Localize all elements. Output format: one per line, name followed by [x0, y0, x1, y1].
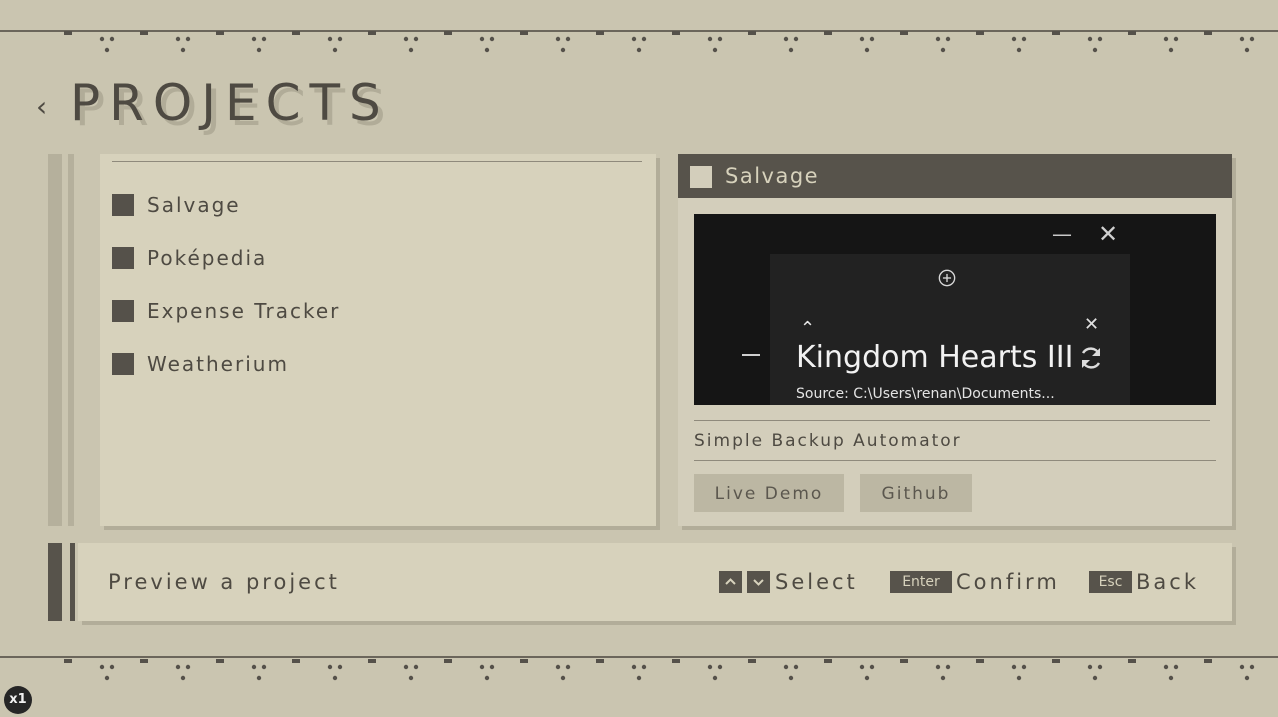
page-title: PROJECTS	[70, 74, 390, 132]
minimize-icon: —	[1052, 222, 1072, 246]
project-item-label: Expense Tracker	[147, 299, 341, 323]
status-hint-text: Preview a project	[108, 570, 340, 594]
minimize-icon	[742, 354, 760, 356]
back-hint[interactable]: Back	[1136, 570, 1199, 594]
detail-header: Salvage	[678, 154, 1232, 198]
bottom-pattern-band	[0, 656, 1278, 686]
detail-divider	[694, 460, 1216, 461]
close-icon: ✕	[1084, 314, 1100, 335]
preview-game-title: Kingdom Hearts III	[796, 340, 1074, 375]
project-preview-image: — ✕ ⌃ ✕ Kingdom Hearts III Source: C:\Us…	[694, 214, 1216, 405]
top-pattern-band	[0, 28, 1278, 58]
chevron-up-icon: ⌃	[800, 318, 816, 339]
project-item-label: Weatherium	[147, 352, 289, 376]
plus-circle-icon	[938, 269, 956, 287]
detail-divider	[694, 420, 1210, 421]
live-demo-button[interactable]: Live Demo	[694, 474, 844, 512]
status-stripe	[48, 543, 62, 621]
square-bullet-icon	[112, 353, 134, 375]
enter-key-icon: Enter	[890, 571, 952, 593]
project-item-label: Salvage	[147, 193, 241, 217]
bottom-band-dots	[64, 659, 1255, 681]
esc-key-icon: Esc	[1089, 571, 1132, 593]
chevron-left-icon[interactable]: ‹	[36, 90, 47, 123]
list-divider	[112, 161, 642, 162]
select-hint[interactable]: Select	[775, 570, 858, 594]
project-detail-panel: Salvage — ✕ ⌃ ✕ Kingdom Hearts III Sourc…	[678, 154, 1232, 526]
close-icon: ✕	[1098, 220, 1119, 248]
project-item-expense-tracker[interactable]: Expense Tracker	[112, 291, 632, 325]
detail-title: Salvage	[725, 164, 820, 188]
arrow-down-key-icon	[747, 571, 770, 593]
left-stripe-thin	[68, 154, 74, 526]
project-item-weatherium[interactable]: Weatherium	[112, 344, 632, 378]
top-band-dots	[64, 31, 1255, 53]
zoom-level-badge: x1	[4, 686, 32, 714]
square-bullet-icon	[690, 166, 712, 188]
left-stripe	[48, 154, 62, 526]
project-item-label: Poképedia	[147, 246, 268, 270]
project-item-pokepedia[interactable]: Poképedia	[112, 238, 632, 272]
preview-source-path: Source: C:\Users\renan\Documents...	[796, 386, 1055, 402]
refresh-icon	[1081, 347, 1101, 369]
github-button[interactable]: Github	[860, 474, 972, 512]
project-list-panel: Salvage Poképedia Expense Tracker Weathe…	[100, 154, 656, 526]
confirm-hint[interactable]: Confirm	[956, 570, 1060, 594]
square-bullet-icon	[112, 194, 134, 216]
status-stripe-thin	[70, 543, 75, 621]
project-description: Simple Backup Automator	[694, 431, 962, 451]
square-bullet-icon	[112, 247, 134, 269]
status-bar: Preview a project Select Enter Confirm E…	[48, 543, 1234, 621]
arrow-up-key-icon	[719, 571, 742, 593]
square-bullet-icon	[112, 300, 134, 322]
project-item-salvage[interactable]: Salvage	[112, 185, 632, 219]
